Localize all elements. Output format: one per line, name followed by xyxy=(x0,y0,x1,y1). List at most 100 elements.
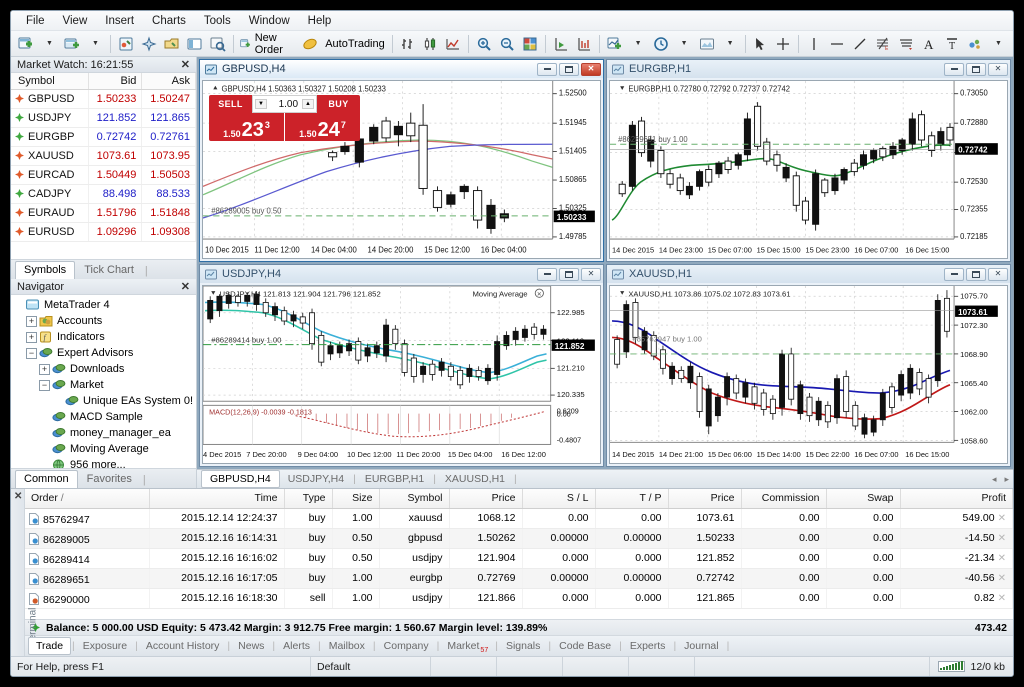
chart-canvas-xauusd[interactable]: #85762947 buy 1.00 XAUUSD,H1 1073.86 107… xyxy=(609,285,1008,464)
trendline-icon[interactable] xyxy=(849,33,871,55)
menu-charts[interactable]: Charts xyxy=(143,13,195,29)
data-window-icon[interactable] xyxy=(161,33,183,55)
column-profit[interactable]: Profit xyxy=(900,489,1013,509)
tab-symbols[interactable]: Symbols xyxy=(15,261,76,279)
new-order-button[interactable]: New Order xyxy=(237,32,298,56)
column-time[interactable]: Time xyxy=(149,489,285,509)
periods-dropdown-icon[interactable]: ▼ xyxy=(673,33,695,55)
minimize-button-usdjpy[interactable] xyxy=(537,267,557,281)
sell-price-display[interactable]: 1.50 23 3 xyxy=(209,113,285,141)
new-chart-dropdown-icon[interactable]: ▼ xyxy=(38,33,60,55)
auto-scroll-icon[interactable] xyxy=(573,33,595,55)
terminal-tab-account-history[interactable]: Account History xyxy=(139,637,227,655)
strategy-tester-icon[interactable] xyxy=(207,33,229,55)
chart-canvas-eurgbp[interactable]: #86289651 buy 1.00 EURGBP,H1 0.72780 0.7… xyxy=(609,80,1008,259)
market-watch-row[interactable]: GBPUSD 1.50233 1.50247 xyxy=(11,89,196,109)
market-watch-icon[interactable] xyxy=(115,33,137,55)
column-order[interactable]: Order / xyxy=(25,489,150,509)
chart-tab-gbpusd[interactable]: GBPUSD,H4 xyxy=(201,470,280,488)
column-type[interactable]: Type xyxy=(284,489,333,509)
market-watch-row[interactable]: EURAUD 1.51796 1.51848 xyxy=(11,203,196,223)
close-button-eurgbp[interactable]: ✕ xyxy=(988,62,1008,76)
volume-increase-icon[interactable]: ▲ xyxy=(302,99,314,109)
nav-tree-item[interactable]: 956 more... xyxy=(13,457,196,468)
close-order-icon[interactable]: ✕ xyxy=(995,513,1006,524)
chart-shift-icon[interactable] xyxy=(550,33,572,55)
table-row[interactable]: 86289414 2015.12.16 16:16:02 buy 0.50 usdjpy… xyxy=(25,548,1013,569)
table-row[interactable]: 85762947 2015.12.14 12:24:37 buy 1.00 xauusd… xyxy=(25,508,1013,529)
menu-window[interactable]: Window xyxy=(240,13,299,29)
table-row[interactable]: 86289005 2015.12.16 16:14:31 buy 0.50 gbpusd… xyxy=(25,528,1013,549)
profiles-icon[interactable] xyxy=(61,33,83,55)
menu-insert[interactable]: Insert xyxy=(96,13,143,29)
close-order-icon[interactable]: ✕ xyxy=(995,593,1006,604)
terminal-tab-company[interactable]: Company xyxy=(377,637,436,655)
terminal-tab-market[interactable]: Market57 xyxy=(440,637,494,655)
shapes-dropdown-icon[interactable]: ▼ xyxy=(987,33,1009,55)
close-button-gbpusd[interactable]: ✕ xyxy=(581,62,601,76)
new-chart-icon[interactable] xyxy=(15,33,37,55)
market-watch-row[interactable]: USDJPY 121.852 121.865 xyxy=(11,108,196,128)
column-commission[interactable]: Commission xyxy=(741,489,827,509)
menu-help[interactable]: Help xyxy=(299,13,341,29)
nav-tree-item[interactable]: + Downloads xyxy=(13,361,196,377)
column-ask[interactable]: Ask xyxy=(141,73,196,90)
buy-button[interactable]: BUY xyxy=(317,95,360,113)
bar-chart-icon[interactable] xyxy=(396,33,418,55)
table-row[interactable]: 86289651 2015.12.16 16:17:05 buy 1.00 eurgbp… xyxy=(25,568,1013,589)
text-icon[interactable]: A xyxy=(918,33,940,55)
column-size[interactable]: Size xyxy=(332,489,380,509)
autotrading-button[interactable]: AutoTrading xyxy=(322,33,387,55)
column-bid[interactable]: Bid xyxy=(88,73,143,90)
nav-tree-item[interactable]: + f Indicators xyxy=(13,329,196,345)
tab-common[interactable]: Common xyxy=(15,470,78,488)
column-symbol[interactable]: Symbol xyxy=(11,73,89,90)
minimize-button-eurgbp[interactable] xyxy=(944,62,964,76)
chart-tab-usdjpy[interactable]: USDJPY,H4 xyxy=(280,471,352,487)
crosshair-icon[interactable] xyxy=(772,33,794,55)
indicators-dropdown-icon[interactable]: ▼ xyxy=(627,33,649,55)
maximize-button-eurgbp[interactable] xyxy=(966,62,986,76)
column-price-current[interactable]: Price xyxy=(668,489,742,509)
templates-dropdown-icon[interactable]: ▼ xyxy=(719,33,741,55)
chart-canvas-usdjpy[interactable]: #86289414 buy 1.00 USDJPY,H4 121.813 121… xyxy=(202,285,601,464)
tree-expander-expand-icon[interactable]: + xyxy=(39,363,50,375)
sell-button[interactable]: SELL xyxy=(209,95,252,113)
periods-clock-icon[interactable] xyxy=(650,33,672,55)
terminal-tab-signals[interactable]: Signals xyxy=(499,637,547,655)
tile-windows-icon[interactable] xyxy=(519,33,541,55)
profiles-dropdown-icon[interactable]: ▼ xyxy=(84,33,106,55)
tab-tick-chart[interactable]: Tick Chart xyxy=(75,262,143,279)
column-swap[interactable]: Swap xyxy=(826,489,901,509)
chart-canvas-gbpusd[interactable]: #86289005 buy 0.50 GBPUSD,H4 1.50363 1.5… xyxy=(202,80,601,259)
chart-tab-scroll-left-icon[interactable]: ◂ xyxy=(988,474,1001,485)
terminal-close-icon[interactable]: ✕ xyxy=(14,491,22,502)
candlestick-chart-icon[interactable] xyxy=(419,33,441,55)
tree-expander-expand-icon[interactable]: + xyxy=(26,315,37,327)
templates-icon[interactable] xyxy=(696,33,718,55)
line-chart-icon[interactable] xyxy=(442,33,464,55)
zoom-out-icon[interactable] xyxy=(496,33,518,55)
chart-window-xauusd[interactable]: XAUUSD,H1 ✕ #85762947 buy 1.00 XAUUSD,H1… xyxy=(606,264,1011,467)
table-row[interactable]: 86290000 2015.12.16 16:18:30 sell 1.00 usdjp… xyxy=(25,588,1013,609)
nav-tree-item[interactable]: money_manager_ea xyxy=(13,425,196,441)
status-connection[interactable]: 12/0 kb xyxy=(930,661,1013,673)
nav-tree-item[interactable]: Moving Average xyxy=(13,441,196,457)
chart-tab-xauusd[interactable]: XAUUSD,H1 xyxy=(437,471,513,487)
navigator-icon[interactable] xyxy=(138,33,160,55)
navigator-close-icon[interactable]: ✕ xyxy=(179,280,192,293)
terminal-tab-experts[interactable]: Experts xyxy=(623,637,673,655)
terminal-tab-exposure[interactable]: Exposure xyxy=(76,637,134,655)
maximize-button-gbpusd[interactable] xyxy=(559,62,579,76)
equidistant-channel-icon[interactable] xyxy=(895,33,917,55)
column-take-profit[interactable]: T / P xyxy=(595,489,669,509)
market-watch-close-icon[interactable]: ✕ xyxy=(179,58,192,71)
chart-tab-scroll-right-icon[interactable]: ▸ xyxy=(1000,474,1013,485)
terminal-tab-alerts[interactable]: Alerts xyxy=(276,637,317,655)
menu-view[interactable]: View xyxy=(54,13,97,29)
column-stop-loss[interactable]: S / L xyxy=(522,489,596,509)
close-order-icon[interactable]: ✕ xyxy=(995,573,1006,584)
terminal-icon[interactable] xyxy=(184,33,206,55)
minimize-button-xauusd[interactable] xyxy=(944,267,964,281)
text-label-icon[interactable]: T xyxy=(941,33,963,55)
